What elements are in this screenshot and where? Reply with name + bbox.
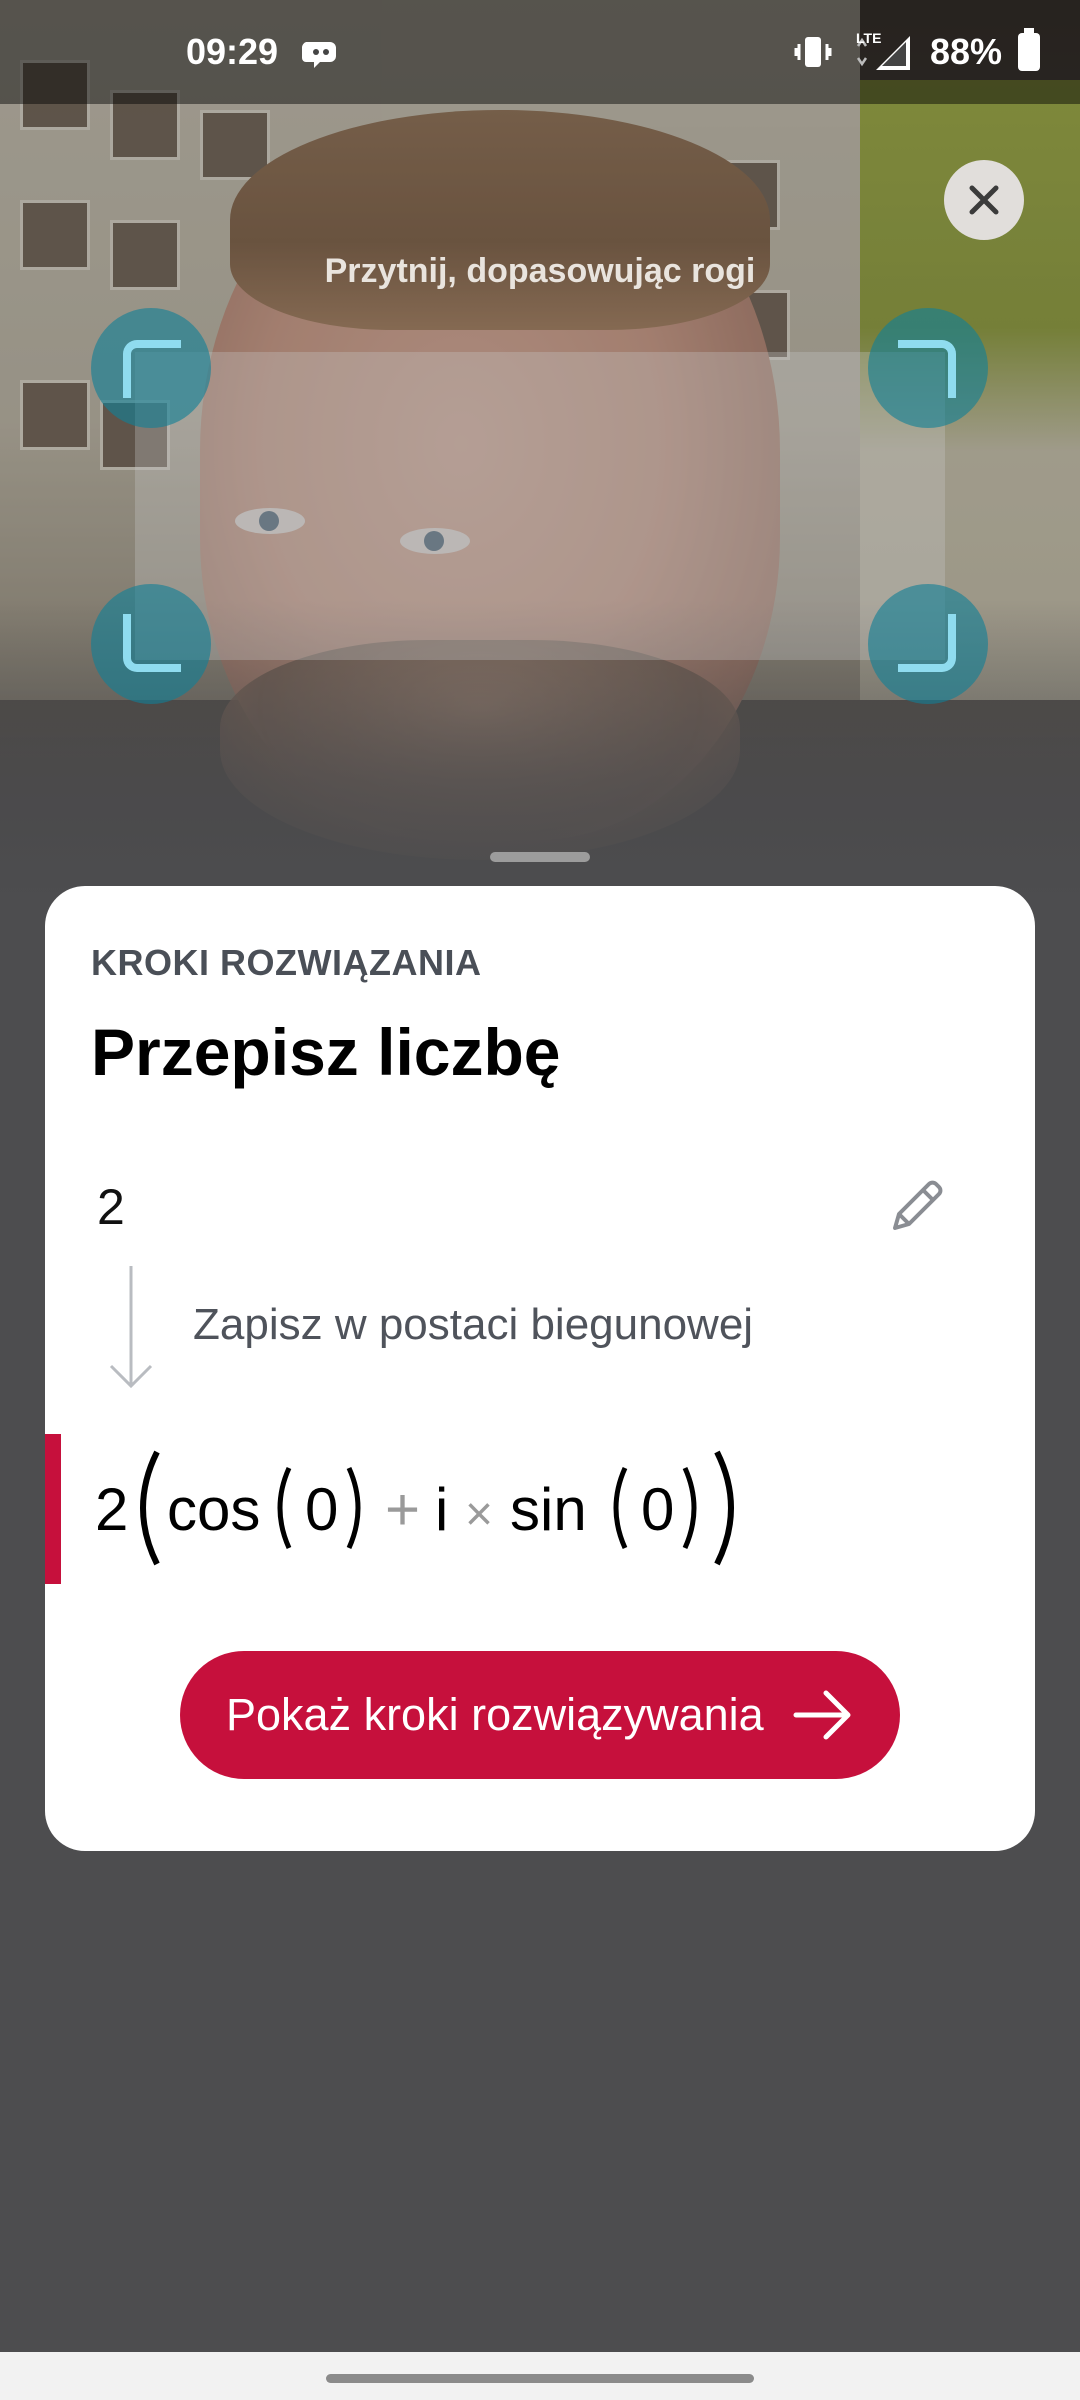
solution-card: KROKI ROZWIĄZANIA Przepisz liczbę 2 Zapi… [45, 886, 1035, 1851]
result-times: × [465, 1488, 493, 1541]
crop-handle-top-left[interactable] [91, 308, 211, 428]
battery-percent: 88% [929, 31, 1002, 72]
result-cos: cos [167, 1476, 260, 1543]
result-sin-arg: 0 [641, 1476, 674, 1543]
card-title: Przepisz liczbę [91, 1015, 561, 1089]
show-steps-label: Pokaż kroki rozwiązywania [226, 1689, 764, 1740]
result-imag: i [435, 1476, 448, 1543]
navigation-bar [0, 2352, 1080, 2400]
vibrate-icon [794, 37, 832, 67]
result-plus: + [385, 1476, 420, 1543]
network-type-label: LTE [856, 30, 882, 46]
app-notification-icon [302, 42, 337, 68]
crop-handle-top-right[interactable] [868, 308, 988, 428]
status-bar: 09:29 LTE 88% [0, 0, 1080, 104]
crop-handle-bottom-left[interactable] [91, 584, 211, 704]
result-expression: 2 cos 0 + i × sin 0 [95, 1450, 734, 1566]
crop-handle-bottom-right[interactable] [868, 584, 988, 704]
input-expression: 2 [97, 1179, 125, 1235]
step-arrow-icon [109, 1266, 153, 1389]
result-highlight-bar [45, 1434, 61, 1584]
result-sin: sin [510, 1476, 587, 1543]
card-eyebrow: KROKI ROZWIĄZANIA [91, 942, 482, 983]
crop-area[interactable] [135, 352, 945, 660]
home-gesture-bar[interactable] [326, 2374, 754, 2383]
close-icon [969, 185, 999, 215]
result-cos-arg: 0 [305, 1476, 338, 1543]
step-description: Zapisz w postaci biegunowej [193, 1300, 754, 1349]
battery-icon [1018, 28, 1040, 71]
edit-button[interactable] [881, 1172, 951, 1242]
arrow-right-icon [793, 1690, 851, 1740]
result-coefficient: 2 [95, 1476, 128, 1543]
sheet-drag-handle[interactable] [490, 852, 590, 862]
status-time: 09:29 [186, 31, 279, 72]
pencil-icon [893, 1180, 943, 1230]
show-steps-button[interactable]: Pokaż kroki rozwiązywania [180, 1651, 900, 1779]
crop-hint: Przytnij, dopasowując rogi [324, 252, 756, 290]
app-screen: 09:29 LTE 88% Przytnij, dopasowując rogi [0, 0, 1080, 2400]
close-button[interactable] [944, 160, 1024, 240]
